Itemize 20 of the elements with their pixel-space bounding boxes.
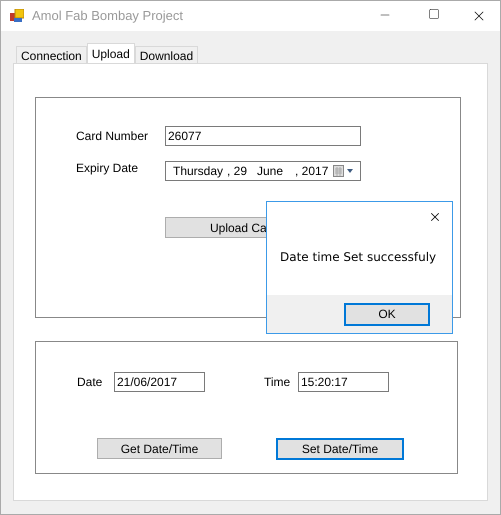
- dialog-message: Date time Set successfuly: [279, 249, 438, 266]
- set-date-time-button[interactable]: Set Date/Time: [276, 438, 404, 460]
- window-title: Amol Fab Bombay Project: [32, 7, 184, 26]
- tab[interactable]: Upload: [86, 43, 135, 63]
- expiry-date-label: Expiry Date: [76, 160, 140, 177]
- close-icon[interactable]: [428, 210, 442, 224]
- card-number-label: Card Number: [76, 128, 150, 145]
- maximize-icon[interactable]: [428, 8, 440, 20]
- app-icon: [10, 9, 24, 23]
- tab[interactable]: Connection: [16, 46, 87, 63]
- time-label: Time: [264, 374, 292, 391]
- ok-button[interactable]: OK: [344, 302, 430, 326]
- date-picker[interactable]: Thursday , 29 June , 2017: [165, 161, 361, 181]
- date-label: Date: [77, 374, 104, 391]
- calendar-icon[interactable]: [333, 165, 355, 177]
- tab[interactable]: Download: [134, 46, 198, 63]
- card-number-field[interactable]: 26077: [165, 126, 361, 146]
- time-field[interactable]: 15:20:17: [298, 372, 389, 392]
- get-date-time-button[interactable]: Get Date/Time: [97, 438, 222, 459]
- date-field[interactable]: 21/06/2017: [114, 372, 205, 392]
